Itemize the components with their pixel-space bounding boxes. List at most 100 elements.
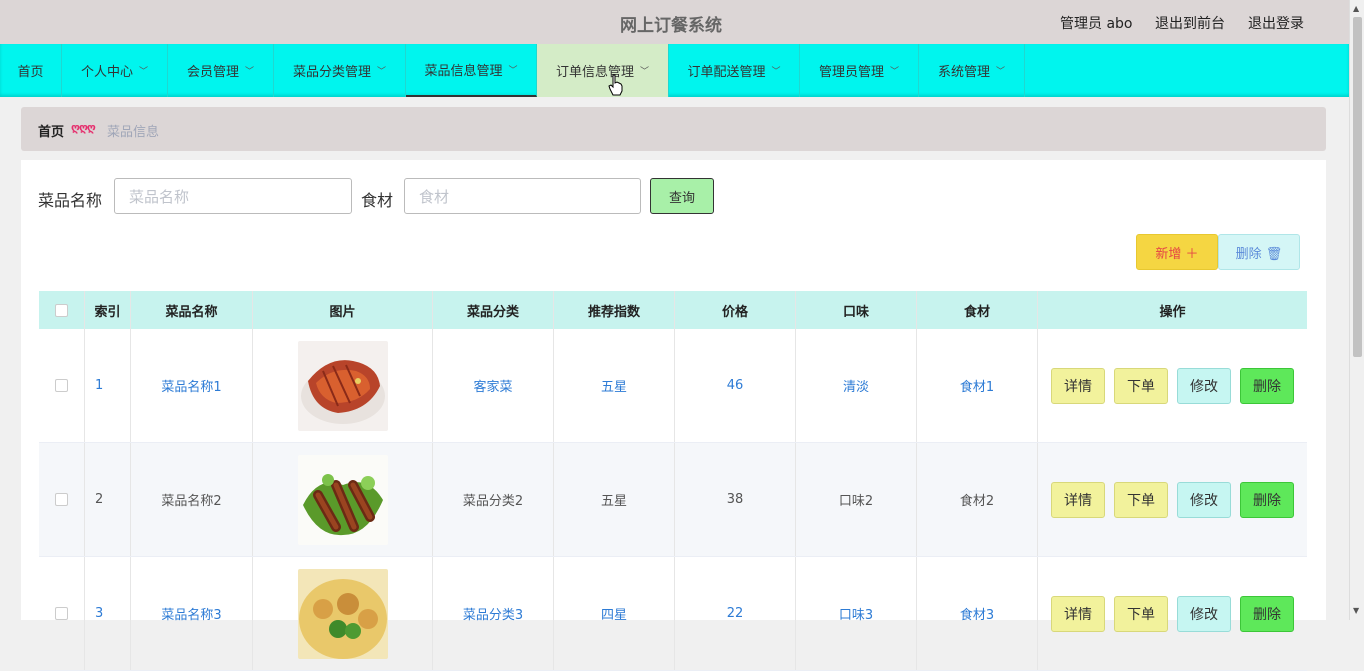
index-cell: 1 bbox=[85, 329, 131, 442]
select-all-checkbox[interactable] bbox=[55, 303, 68, 317]
order-button[interactable]: 下单 bbox=[1114, 367, 1168, 404]
query-button[interactable]: 查询 bbox=[650, 178, 714, 214]
admin-label: 管理员 abo bbox=[1060, 16, 1133, 32]
order-button[interactable]: 下单 bbox=[1114, 481, 1168, 518]
delete-button[interactable]: 删除 bbox=[1240, 595, 1294, 632]
breadcrumb: 首页 ღღღ 菜品信息 bbox=[21, 107, 1326, 151]
ops-cell: 详情 下单 修改 删除 bbox=[1038, 557, 1307, 670]
row-checkbox-cell bbox=[39, 443, 85, 556]
chevron-down-icon: ﹀ bbox=[139, 67, 149, 77]
nav-label: 首页 bbox=[17, 65, 44, 80]
ingredient-cell: 食材3 bbox=[917, 557, 1038, 670]
rating-cell: 五星 bbox=[554, 329, 675, 442]
delete-button[interactable]: 删除 bbox=[1240, 367, 1294, 404]
nav-dish-info-mgmt[interactable]: 菜品信息管理 ﹀ bbox=[406, 44, 537, 97]
price-cell: 46 bbox=[675, 329, 796, 442]
table-row: 3 菜品名称3 菜品分类3 四星 22 口味3 食材3 详情 下单 修改 删除 bbox=[39, 557, 1307, 671]
category-cell: 菜品分类3 bbox=[433, 557, 554, 670]
name-cell: 菜品名称2 bbox=[131, 443, 253, 556]
category-cell: 客家菜 bbox=[433, 329, 554, 442]
ops-cell: 详情 下单 修改 删除 bbox=[1038, 443, 1307, 556]
category-cell: 菜品分类2 bbox=[433, 443, 554, 556]
name-cell: 菜品名称1 bbox=[131, 329, 253, 442]
detail-button[interactable]: 详情 bbox=[1051, 595, 1105, 632]
nav-label: 菜品分类管理 bbox=[292, 65, 371, 80]
ops-cell: 详情 下单 修改 删除 bbox=[1038, 329, 1307, 442]
col-header: 价格 bbox=[675, 291, 796, 329]
nav-label: 管理员管理 bbox=[818, 65, 884, 80]
col-header: 菜品分类 bbox=[433, 291, 554, 329]
edit-button[interactable]: 修改 bbox=[1177, 481, 1231, 518]
chevron-down-icon: ﹀ bbox=[640, 67, 650, 77]
batch-delete-button[interactable]: 删除 🗑 bbox=[1218, 234, 1300, 270]
edit-button[interactable]: 修改 bbox=[1177, 367, 1231, 404]
chevron-down-icon: ﹀ bbox=[996, 67, 1006, 77]
nav-label: 菜品信息管理 bbox=[424, 64, 503, 79]
nav-system-mgmt[interactable]: 系统管理 ﹀ bbox=[919, 44, 1025, 97]
chevron-down-icon: ﹀ bbox=[508, 66, 518, 76]
site-title: 网上订餐系统 bbox=[620, 16, 722, 36]
image-cell bbox=[253, 443, 433, 556]
nav-member-mgmt[interactable]: 会员管理 ﹀ bbox=[168, 44, 274, 97]
nav-personal-center[interactable]: 个人中心 ﹀ bbox=[62, 44, 168, 97]
main-nav: 首页 个人中心 ﹀ 会员管理 ﹀ 菜品分类管理 ﹀ 菜品信息管理 ﹀ 订单信息管理 ﹀ 订… bbox=[0, 44, 1349, 97]
table-row: 2 菜品名称2 菜品分类2 五星 38 口味2 食材2 详情 下单 修改 删除 bbox=[39, 443, 1307, 557]
order-button[interactable]: 下单 bbox=[1114, 595, 1168, 632]
logout-link[interactable]: 退出登录 bbox=[1248, 13, 1304, 33]
row-checkbox[interactable] bbox=[55, 607, 68, 620]
edit-button[interactable]: 修改 bbox=[1177, 595, 1231, 632]
index-cell: 3 bbox=[85, 557, 131, 670]
row-checkbox[interactable] bbox=[55, 379, 68, 392]
dish-name-input[interactable]: 菜品名称 bbox=[114, 178, 352, 214]
rating-cell: 四星 bbox=[554, 557, 675, 670]
nav-home[interactable]: 首页 bbox=[0, 44, 62, 97]
main-content: 菜品名称 菜品名称 食材 食材 查询 新增 ＋ 删除 🗑 索引 菜品名称 图片 … bbox=[21, 160, 1326, 671]
chevron-down-icon: ﹀ bbox=[771, 67, 781, 77]
col-header: 图片 bbox=[253, 291, 433, 329]
dish-image bbox=[297, 454, 388, 545]
detail-button[interactable]: 详情 bbox=[1051, 367, 1105, 404]
col-header: 操作 bbox=[1159, 304, 1186, 320]
table-row: 1 菜品名称1 客家菜 五星 46 清淡 食材1 详情 下单 修改 删除 bbox=[39, 329, 1307, 443]
delete-button[interactable]: 删除 bbox=[1240, 481, 1294, 518]
nav-dish-category-mgmt[interactable]: 菜品分类管理 ﹀ bbox=[274, 44, 406, 97]
col-header: 索引 bbox=[85, 291, 131, 329]
dish-table: 索引 菜品名称 图片 菜品分类 推荐指数 价格 口味 食材 操作 1 菜品名称1 bbox=[39, 291, 1307, 671]
nav-label: 会员管理 bbox=[186, 65, 239, 80]
add-button[interactable]: 新增 ＋ bbox=[1136, 234, 1218, 270]
top-header: 网上订餐系统 管理员 abo 退出到前台 退出登录 bbox=[0, 0, 1349, 44]
scroll-up-icon[interactable]: ▲ bbox=[1353, 4, 1359, 13]
scroll-down-icon[interactable]: ▼ bbox=[1353, 606, 1359, 615]
breadcrumb-separator: ღღღ bbox=[71, 121, 96, 134]
taste-cell: 口味3 bbox=[796, 557, 917, 670]
breadcrumb-current: 菜品信息 bbox=[107, 125, 160, 140]
detail-button[interactable]: 详情 bbox=[1051, 481, 1105, 518]
taste-cell: 口味2 bbox=[796, 443, 917, 556]
col-header: 食材 bbox=[917, 291, 1038, 329]
ingredient-cell: 食材1 bbox=[917, 329, 1038, 442]
nav-order-delivery-mgmt[interactable]: 订单配送管理 ﹀ bbox=[669, 44, 800, 97]
exit-to-front-link[interactable]: 退出到前台 bbox=[1155, 13, 1225, 33]
dish-image bbox=[297, 568, 388, 659]
row-checkbox-cell bbox=[39, 329, 85, 442]
rating-cell: 五星 bbox=[554, 443, 675, 556]
vertical-scrollbar[interactable]: ▲ ▼ bbox=[1349, 0, 1364, 620]
chevron-down-icon: ﹀ bbox=[377, 67, 387, 77]
price-cell: 22 bbox=[675, 557, 796, 670]
image-cell bbox=[253, 329, 433, 442]
row-checkbox[interactable] bbox=[55, 493, 68, 506]
col-header: 口味 bbox=[796, 291, 917, 329]
scrollbar-thumb[interactable] bbox=[1353, 17, 1362, 357]
breadcrumb-home[interactable]: 首页 bbox=[38, 121, 64, 140]
nav-label: 个人中心 bbox=[80, 65, 133, 80]
taste-cell: 清淡 bbox=[796, 329, 917, 442]
table-header: 索引 菜品名称 图片 菜品分类 推荐指数 价格 口味 食材 操作 bbox=[39, 291, 1307, 329]
nav-label: 系统管理 bbox=[937, 65, 990, 80]
chevron-down-icon: ﹀ bbox=[890, 67, 900, 77]
nav-admin-mgmt[interactable]: 管理员管理 ﹀ bbox=[800, 44, 919, 97]
nav-order-info-mgmt[interactable]: 订单信息管理 ﹀ bbox=[537, 44, 669, 97]
ingredient-input[interactable]: 食材 bbox=[404, 178, 641, 214]
select-all-cell bbox=[39, 291, 85, 329]
index-cell: 2 bbox=[85, 443, 131, 556]
row-checkbox-cell bbox=[39, 557, 85, 670]
